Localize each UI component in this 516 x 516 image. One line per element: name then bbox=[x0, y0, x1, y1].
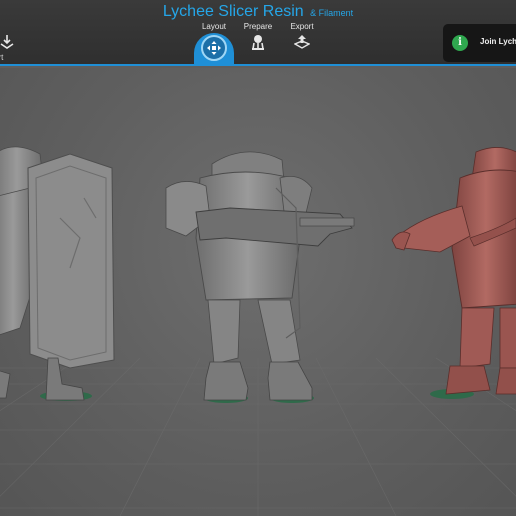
info-icon: i bbox=[452, 35, 468, 51]
3d-viewport[interactable] bbox=[0, 68, 516, 516]
tab-prepare-label: Prepare bbox=[243, 22, 273, 31]
model-rifle-trooper[interactable] bbox=[165, 151, 355, 403]
move-arrows-icon bbox=[207, 41, 221, 55]
community-notification[interactable]: i Join Lychee bbox=[443, 24, 516, 62]
model-shield-trooper[interactable] bbox=[0, 146, 115, 401]
tab-export[interactable]: Export bbox=[280, 22, 324, 64]
viewport-scene bbox=[0, 146, 516, 516]
import-icon bbox=[0, 35, 14, 49]
tab-layout[interactable]: Layout bbox=[192, 22, 236, 66]
build-plate-grid bbox=[0, 357, 516, 516]
tab-layout-icon-circle bbox=[201, 35, 227, 61]
top-toolbar: Lychee Slicer Resin & Filament ort Layou… bbox=[0, 0, 516, 66]
supports-icon bbox=[252, 35, 264, 50]
tab-export-label: Export bbox=[290, 22, 314, 31]
import-button[interactable]: ort bbox=[0, 34, 16, 64]
import-label: ort bbox=[0, 53, 4, 62]
model-sword-trooper[interactable] bbox=[391, 147, 516, 399]
app-title-main: Lychee Slicer Resin bbox=[162, 3, 304, 20]
export-icon bbox=[294, 35, 310, 49]
tab-layout-label: Layout bbox=[201, 22, 227, 31]
tab-prepare[interactable]: Prepare bbox=[236, 22, 280, 64]
notification-text: Join Lychee bbox=[480, 37, 516, 46]
app-title: Lychee Slicer Resin & Filament bbox=[0, 3, 516, 21]
app-title-subtitle: & Filament bbox=[310, 8, 354, 18]
